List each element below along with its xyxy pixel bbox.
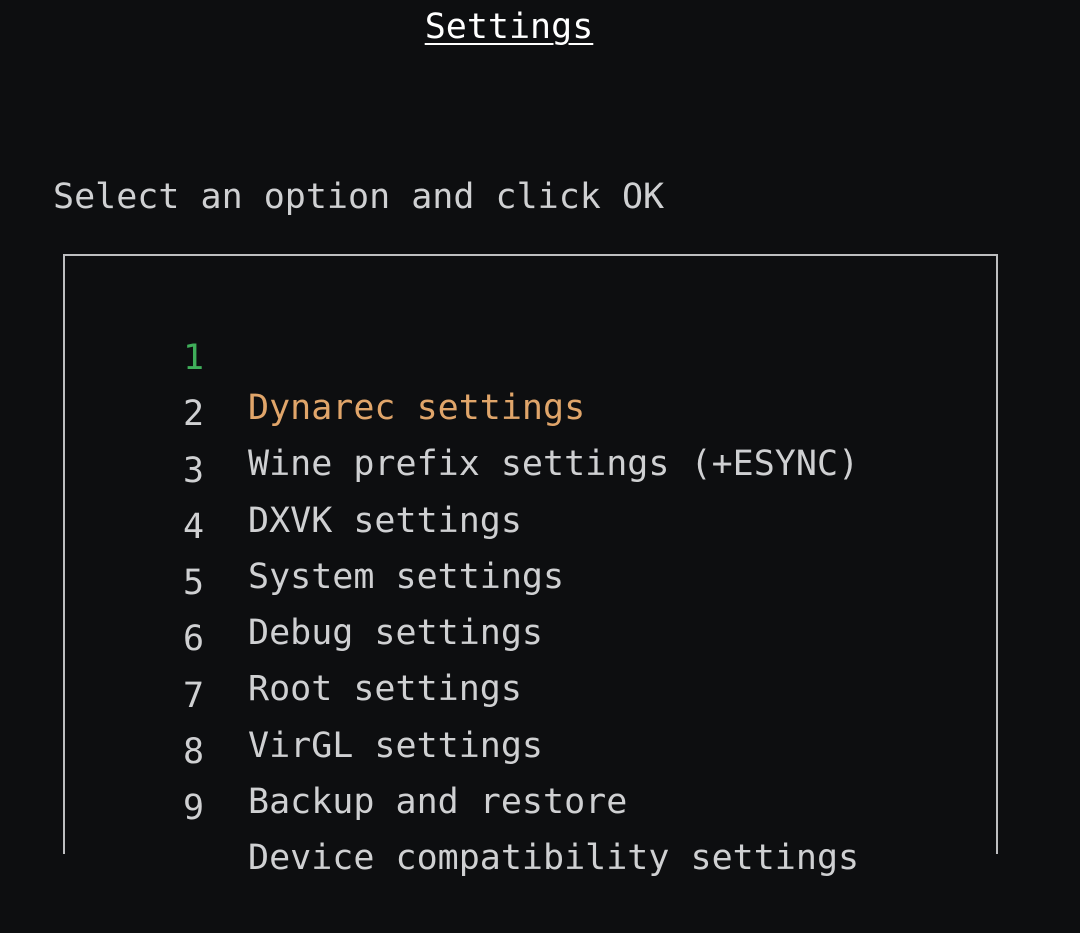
menu-item-system-settings[interactable]: 4 System settings xyxy=(0,452,1080,597)
menu-list: 1 Dynarec settings 2 Wine prefix setting… xyxy=(0,283,1080,878)
menu-item-wine-prefix-settings[interactable]: 2 Wine prefix settings (+ESYNC) xyxy=(0,339,1080,484)
menu-item-number: 9 xyxy=(183,788,205,829)
menu-item-root-settings[interactable]: 6 Root settings xyxy=(0,564,1080,709)
menu-item-device-compatibility-settings[interactable]: 9 Device compatibility settings xyxy=(0,733,1080,878)
frame-corner-left xyxy=(63,256,65,270)
page-title: Settings xyxy=(424,7,594,47)
frame-corner-right xyxy=(996,256,998,270)
menu-item-backup-and-restore[interactable]: 8 Backup and restore xyxy=(0,677,1080,822)
menu-item-virgl-settings[interactable]: 7 VirGL settings xyxy=(0,621,1080,766)
menu-item-label: Device compatibility settings xyxy=(248,838,860,879)
instruction-text: Select an option and click OK xyxy=(53,177,665,217)
menu-item-debug-settings[interactable]: 5 Debug settings xyxy=(0,508,1080,653)
menu-item-dynarec-settings[interactable]: 1 Dynarec settings xyxy=(0,283,1080,428)
menu-item-dxvk-settings[interactable]: 3 DXVK settings xyxy=(0,396,1080,541)
